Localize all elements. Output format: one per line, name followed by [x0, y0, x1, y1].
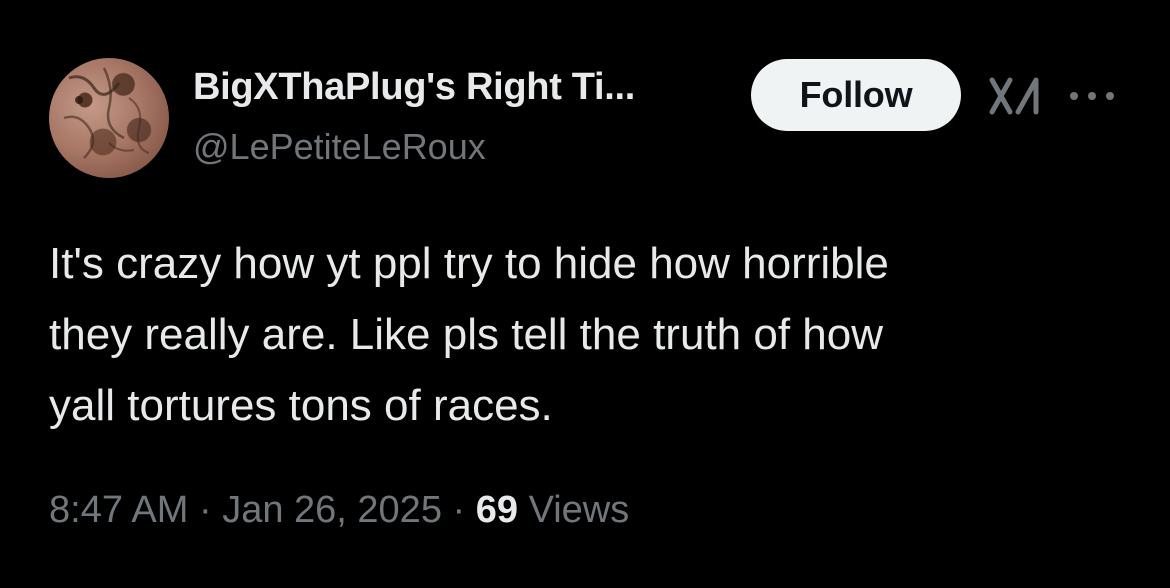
- tweet-text-line: It's crazy how yt ppl try to hide how ho…: [49, 239, 889, 288]
- tweet-text-line: they really are. Like pls tell the truth…: [49, 310, 883, 359]
- tweet-meta: 8:47 AM · Jan 26, 2025 · 69 Views: [49, 489, 629, 532]
- avatar-tattoo-pattern: [63, 67, 150, 159]
- author-display-name[interactable]: BigXThaPlug's Right Ti...: [193, 66, 635, 109]
- tweet-card: BigXThaPlug's Right Ti... @LePetiteLeRou…: [0, 0, 1170, 588]
- more-dots-icon[interactable]: [1066, 82, 1118, 110]
- avatar[interactable]: [49, 58, 169, 178]
- tweet-time[interactable]: 8:47 AM: [49, 489, 188, 531]
- follow-button[interactable]: Follow: [751, 59, 961, 131]
- tweet-text-line: yall tortures tons of races.: [49, 381, 553, 430]
- tweet-text: It's crazy how yt ppl try to hide how ho…: [49, 228, 1129, 441]
- tweet-date[interactable]: Jan 26, 2025: [222, 489, 442, 531]
- meta-separator: ·: [188, 489, 223, 531]
- views-label[interactable]: Views: [518, 489, 630, 531]
- author-handle[interactable]: @LePetiteLeRoux: [193, 126, 486, 168]
- views-count[interactable]: 69: [476, 489, 518, 531]
- meta-separator: ·: [441, 489, 476, 531]
- grok-icon[interactable]: [988, 76, 1044, 116]
